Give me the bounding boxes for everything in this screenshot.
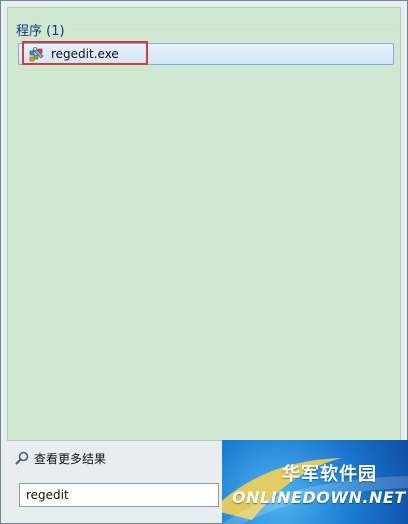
see-more-results-link[interactable]: 查看更多结果 bbox=[15, 449, 106, 467]
registry-editor-icon bbox=[29, 47, 44, 62]
watermark-brand-cn: 华军软件园 bbox=[282, 464, 377, 485]
onlinedown-watermark-logo: 华军软件园 ONLINEDOWN.NET bbox=[222, 440, 408, 524]
results-group-header: 程序 (1) bbox=[16, 19, 396, 39]
group-divider bbox=[72, 28, 396, 30]
result-item-regedit[interactable]: regedit.exe bbox=[18, 41, 394, 65]
result-item-label: regedit.exe bbox=[51, 47, 119, 61]
search-input[interactable] bbox=[19, 483, 219, 507]
see-more-label: 查看更多结果 bbox=[34, 451, 107, 466]
watermark-brand-en: ONLINEDOWN.NET bbox=[232, 488, 406, 507]
group-title: 程序 (1) bbox=[16, 23, 65, 39]
search-icon bbox=[15, 451, 29, 465]
search-results-pane: 程序 (1) regedit.exe bbox=[7, 7, 401, 441]
